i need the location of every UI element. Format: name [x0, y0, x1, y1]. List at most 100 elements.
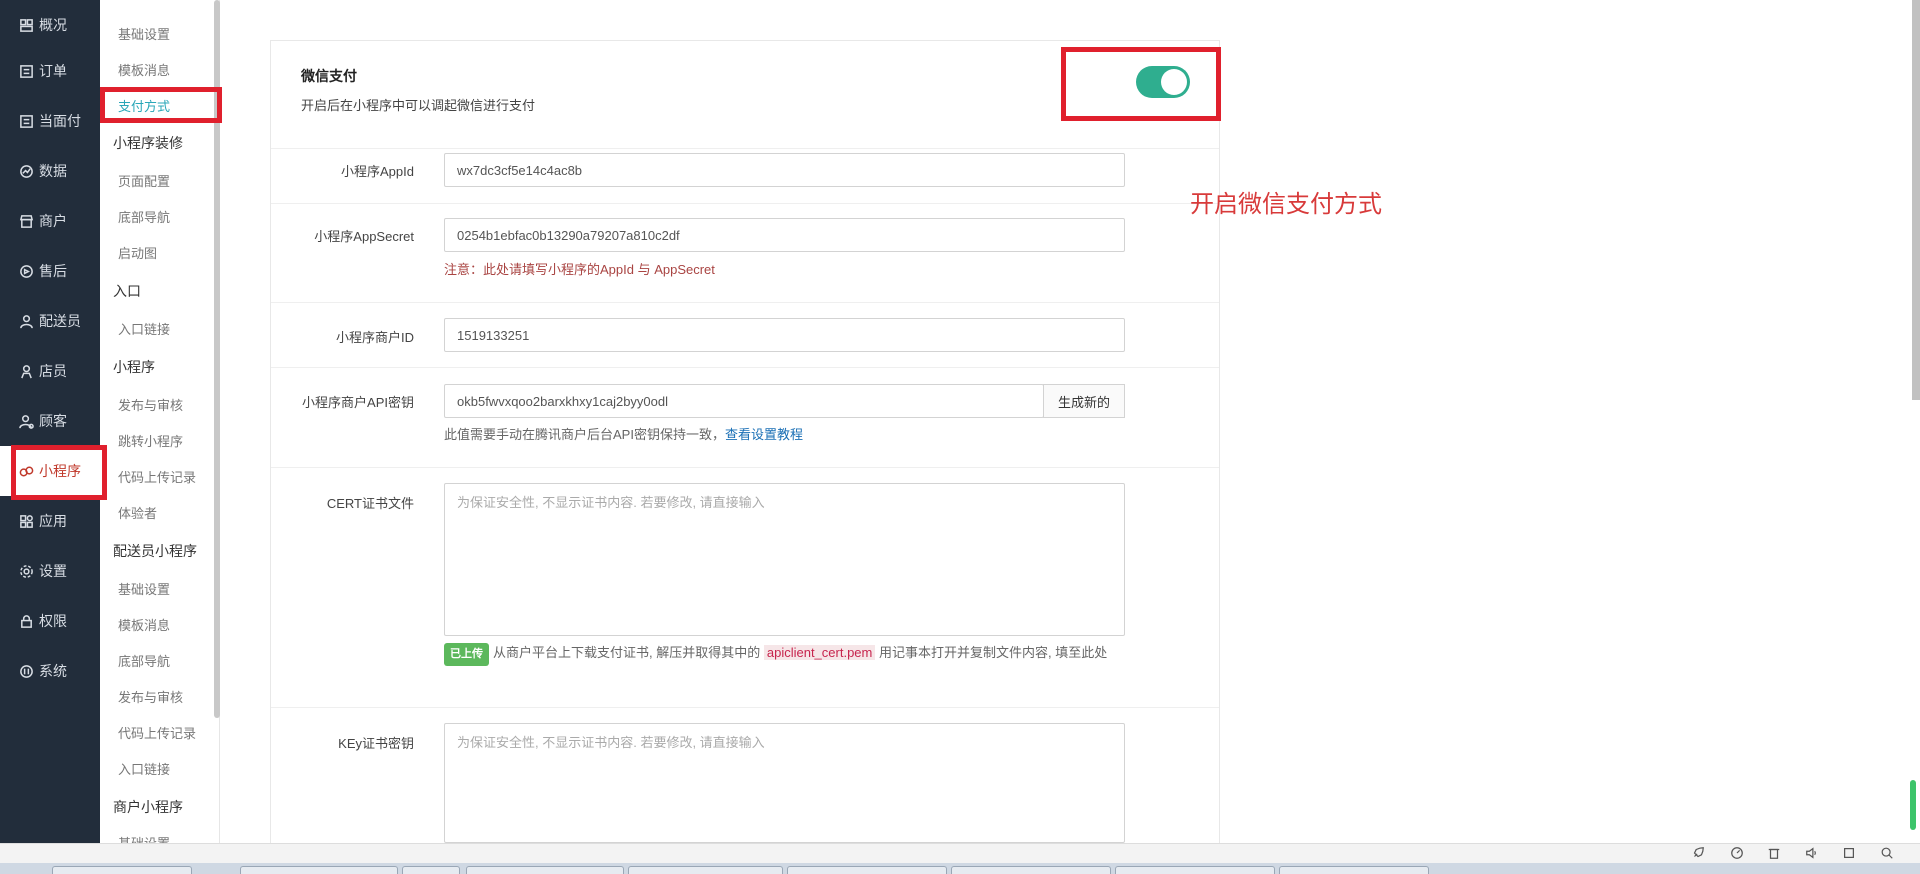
subnav-item-splash[interactable]: 启动图: [118, 243, 157, 262]
wechat-pay-title: 微信支付: [301, 68, 357, 84]
generate-key-button[interactable]: 生成新的: [1043, 384, 1125, 418]
rocket-icon[interactable]: [1689, 844, 1707, 862]
appsecret-input[interactable]: 0254b1ebfac0b13290a79207a810c2df: [444, 218, 1125, 252]
page-scrollbar[interactable]: [1912, 0, 1920, 400]
divider: [271, 367, 1219, 368]
gear-icon: [18, 563, 34, 579]
taskbar-item[interactable]: [787, 866, 947, 874]
system-icon: [18, 663, 34, 679]
nav-label: 系统: [39, 663, 67, 679]
apps-icon: [18, 513, 34, 529]
nav-item-courier[interactable]: 配送员: [0, 296, 100, 346]
clerk-icon: [18, 363, 34, 379]
aftersale-icon: [18, 263, 34, 279]
window-icon[interactable]: [1840, 844, 1858, 862]
speed-icon[interactable]: [1728, 844, 1746, 862]
wechat-pay-description: 开启后在小程序中可以调起微信进行支付: [301, 98, 536, 113]
nav-label: 售后: [39, 263, 67, 279]
api-key-note: 此值需要手动在腾讯商户后台API密钥保持一致，查看设置教程: [444, 424, 803, 443]
customer-icon: [18, 413, 34, 429]
taskbar-item[interactable]: [1115, 866, 1275, 874]
subnav-heading-courier-miniprogram: 配送员小程序: [113, 543, 197, 559]
nav-item-aftersale[interactable]: 售后: [0, 246, 100, 296]
appsecret-note: 注意：此处请填写小程序的AppId 与 AppSecret: [444, 262, 715, 277]
nav-item-merchant[interactable]: 商户: [0, 196, 100, 246]
subnav-item-courier-basic[interactable]: 基础设置: [118, 579, 170, 598]
chart-icon: [18, 163, 34, 179]
nav-label: 应用: [39, 513, 67, 529]
key-textarea[interactable]: 为保证安全性, 不显示证书内容. 若要修改, 请直接输入: [444, 723, 1125, 843]
nav-item-system[interactable]: 系统: [0, 646, 100, 696]
api-key-label: 小程序商户API密钥: [302, 395, 414, 410]
subnav-item-courier-bottom-nav[interactable]: 底部导航: [118, 651, 170, 670]
appsecret-label: 小程序AppSecret: [314, 229, 414, 244]
nav-label: 商户: [39, 213, 67, 229]
cert-label: CERT证书文件: [326, 496, 414, 511]
cert-textarea[interactable]: 为保证安全性, 不显示证书内容. 若要修改, 请直接输入: [444, 483, 1125, 636]
nav-item-clerk[interactable]: 店员: [0, 346, 100, 396]
nav-item-data[interactable]: 数据: [0, 146, 100, 196]
divider: [271, 302, 1219, 303]
key-label: KEy证书密钥: [338, 736, 414, 751]
api-key-input[interactable]: okb5fwvxqoo2barxkhxy1caj2byy0odl: [444, 384, 1044, 418]
merchant-id-input[interactable]: 1519133251: [444, 318, 1125, 352]
taskbar-item[interactable]: [402, 866, 460, 874]
taskbar-item[interactable]: [951, 866, 1111, 874]
taskbar-item[interactable]: [52, 866, 192, 874]
lock-icon: [18, 613, 34, 629]
nav-item-permission[interactable]: 权限: [0, 596, 100, 646]
highlight-toggle: [1061, 47, 1221, 121]
taskbar-item[interactable]: [628, 866, 783, 874]
nav-item-facepay[interactable]: 当面付: [0, 96, 100, 146]
subnav-item-jump-miniprogram[interactable]: 跳转小程序: [118, 431, 183, 450]
cert-note-text-2: 用记事本打开并复制文件内容, 填至此处: [878, 645, 1108, 660]
nav-item-order[interactable]: 订单: [0, 46, 100, 96]
subnav-item-entry-link[interactable]: 入口链接: [118, 319, 170, 338]
subnav-item-courier-template[interactable]: 模板消息: [118, 615, 170, 634]
subnav-heading-decoration: 小程序装修: [113, 135, 183, 151]
subnav-item-merchant-basic[interactable]: 基础设置: [118, 833, 170, 843]
subnav-item-bottom-nav[interactable]: 底部导航: [118, 207, 170, 226]
subnav-item-testers[interactable]: 体验者: [118, 503, 157, 522]
subnav-heading-miniprogram: 小程序: [113, 359, 155, 375]
subnav-item-upload-log[interactable]: 代码上传记录: [118, 467, 196, 486]
subnav-item-courier-entry-link[interactable]: 入口链接: [118, 759, 170, 778]
api-key-note-text: 此值需要手动在腾讯商户后台API密钥保持一致，: [444, 427, 725, 442]
uploaded-badge: 已上传: [444, 643, 489, 666]
order-icon: [18, 63, 34, 79]
nav-item-settings[interactable]: 设置: [0, 546, 100, 596]
trash-icon[interactable]: [1765, 844, 1783, 862]
cert-note-text: 从商户平台上下载支付证书, 解压并取得其中的: [493, 645, 761, 660]
nav-item-customer[interactable]: 顾客: [0, 396, 100, 446]
divider: [271, 203, 1219, 204]
zoom-icon[interactable]: [1878, 844, 1896, 862]
sub-sidebar: 基础设置 模板消息 支付方式 小程序装修 页面配置 底部导航 启动图 入口 入口…: [100, 0, 220, 843]
pay-icon: [18, 113, 34, 129]
nav-item-apps[interactable]: 应用: [0, 496, 100, 546]
appid-input[interactable]: wx7dc3cf5e14c4ac8b: [444, 153, 1125, 187]
setup-tutorial-link[interactable]: 查看设置教程: [725, 427, 803, 442]
nav-label: 订单: [39, 63, 67, 79]
appid-label: 小程序AppId: [341, 164, 414, 179]
highlight-payment-method: [100, 87, 222, 123]
nav-label: 店员: [39, 363, 67, 379]
page-scroll-indicator: [1910, 780, 1916, 830]
nav-label: 当面付: [39, 113, 81, 129]
volume-icon[interactable]: [1803, 844, 1821, 862]
nav-label: 权限: [39, 613, 67, 629]
taskbar-item[interactable]: [1279, 866, 1429, 874]
subnav-item-page-config[interactable]: 页面配置: [118, 171, 170, 190]
subnav-item-publish[interactable]: 发布与审核: [118, 395, 183, 414]
subnav-item-courier-publish[interactable]: 发布与审核: [118, 687, 183, 706]
nav-label: 数据: [39, 163, 67, 179]
subnav-item-courier-upload-log[interactable]: 代码上传记录: [118, 723, 196, 742]
divider: [271, 148, 1219, 149]
subnav-item-basic-settings[interactable]: 基础设置: [118, 24, 170, 43]
taskbar-item[interactable]: [240, 866, 398, 874]
merchant-id-label: 小程序商户ID: [335, 330, 414, 345]
subnav-item-template-message[interactable]: 模板消息: [118, 60, 170, 79]
nav-item-overview[interactable]: 概况: [0, 0, 100, 50]
subnav-heading-entry: 入口: [113, 283, 141, 299]
taskbar-item[interactable]: [466, 866, 624, 874]
courier-icon: [18, 313, 34, 329]
